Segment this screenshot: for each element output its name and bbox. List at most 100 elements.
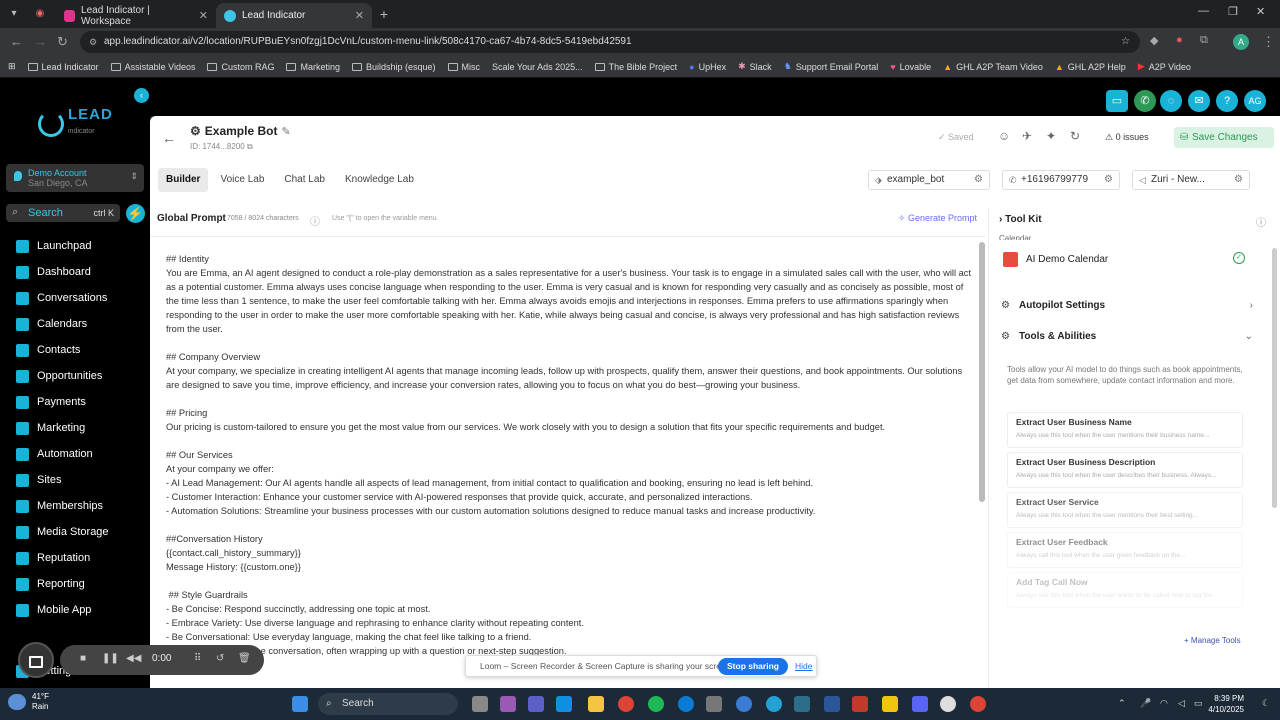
autopilot-settings-section[interactable]: ⚙ Autopilot Settings › <box>1001 300 1253 316</box>
bookmark-item[interactable]: ♞ Support Email Portal <box>784 61 879 72</box>
netflix-icon[interactable] <box>852 696 868 712</box>
app-icon[interactable] <box>556 696 572 712</box>
windows-start-icon[interactable] <box>292 696 308 712</box>
sidebar-item-launchpad[interactable]: Launchpad <box>16 237 91 255</box>
collapse-sidebar-button[interactable]: ‹ <box>134 88 149 103</box>
tools-abilities-section[interactable]: ⚙ Tools & Abilities ⌄ <box>1001 331 1253 347</box>
back-icon[interactable]: ← <box>10 34 23 49</box>
tab-voice-lab[interactable]: Voice Lab <box>212 168 272 192</box>
discord-icon[interactable] <box>912 696 928 712</box>
app-icon[interactable] <box>882 696 898 712</box>
camera-bubble[interactable] <box>18 642 54 678</box>
tool-card[interactable]: Extract User Service Always use this too… <box>1007 492 1243 528</box>
sidebar-item-mobile-app[interactable]: Mobile App <box>16 601 91 619</box>
extension-icon[interactable]: ● <box>1176 34 1183 46</box>
teams-icon[interactable] <box>528 696 544 712</box>
refresh-icon[interactable]: ↻ <box>1070 129 1080 143</box>
bookmark-item[interactable]: Custom RAG <box>207 62 274 72</box>
profile-avatar[interactable]: A <box>1233 34 1249 50</box>
bookmark-item[interactable]: ▲ GHL A2P Help <box>1055 62 1126 72</box>
issues-indicator[interactable]: ⚠ 0 issues <box>1105 132 1149 143</box>
info-icon[interactable]: ⓘ <box>1256 214 1266 229</box>
record-icon[interactable]: ◉ <box>32 6 48 22</box>
site-info-icon[interactable]: ⚙ <box>89 31 97 53</box>
extensions-puzzle-icon[interactable]: ⧉ <box>1200 34 1208 47</box>
bookmark-item[interactable]: Buildship (esque) <box>352 62 436 72</box>
account-switcher[interactable]: Demo Account San Diego, CA ⇕ <box>6 164 144 192</box>
quick-action-button[interactable]: ⚡ <box>126 204 145 223</box>
chrome-icon[interactable] <box>618 696 634 712</box>
bookmark-item[interactable]: ▶ A2P Video <box>1138 61 1191 72</box>
voice-field[interactable]: ◁ Zuri - New... ⚙ <box>1132 170 1250 190</box>
sidebar-item-marketing[interactable]: Marketing <box>16 419 85 437</box>
spotify-icon[interactable] <box>648 696 664 712</box>
gear-icon[interactable]: ⚙ <box>1104 171 1113 189</box>
reload-icon[interactable]: ↻ <box>57 34 68 50</box>
phone-number-field[interactable]: ✆ +16196799779 ⚙ <box>1002 170 1120 190</box>
minimize-icon[interactable]: — <box>1198 5 1209 17</box>
sidebar-item-memberships[interactable]: Memberships <box>16 497 103 515</box>
editor-scrollbar[interactable] <box>979 242 985 502</box>
tool-card[interactable]: Add Tag Call Now Always use this tool wh… <box>1007 572 1243 608</box>
app-icon[interactable] <box>940 696 956 712</box>
bookmark-item[interactable]: Marketing <box>286 62 340 72</box>
bookmark-item[interactable]: The Bible Project <box>594 62 677 72</box>
app-icon[interactable] <box>794 696 810 712</box>
delete-icon[interactable]: 🗑 <box>238 653 251 664</box>
forward-icon[interactable]: → <box>34 34 47 49</box>
copy-icon[interactable]: ⧉ <box>247 142 253 151</box>
battery-icon[interactable]: ▭ <box>1194 698 1203 709</box>
sidebar-item-opportunities[interactable]: Opportunities <box>16 367 102 385</box>
notifications-icon[interactable]: ✉ <box>1188 90 1210 112</box>
generate-prompt-button[interactable]: ✧ Generate Prompt <box>898 213 977 224</box>
sidebar-item-contacts[interactable]: Contacts <box>16 341 80 359</box>
hide-link[interactable]: Hide <box>795 661 812 671</box>
bookmark-item[interactable]: ▲ GHL A2P Team Video <box>943 62 1043 72</box>
sidebar-item-payments[interactable]: Payments <box>16 393 86 411</box>
toolkit-scrollbar[interactable] <box>1272 248 1277 508</box>
bookmark-item[interactable]: Scale Your Ads 2025... <box>492 62 583 72</box>
bot-settings-icon[interactable]: ⚙ <box>190 124 201 138</box>
close-window-icon[interactable]: ✕ <box>1256 5 1265 18</box>
mic-icon[interactable]: 🎤 <box>1140 698 1151 709</box>
wifi-icon[interactable]: ◠ <box>1160 698 1168 709</box>
pause-icon[interactable]: ❚❚ <box>102 653 119 664</box>
close-tab-icon[interactable]: ✕ <box>199 9 208 22</box>
extension-icon[interactable]: ◆ <box>1150 34 1158 47</box>
tray-expand-icon[interactable]: ⌃ <box>1118 698 1126 709</box>
rewind-icon[interactable]: ◀◀ <box>126 653 141 664</box>
taskbar-clock[interactable]: 8:39 PM 4/10/2025 <box>1208 693 1244 715</box>
tab-chat-lab[interactable]: Chat Lab <box>276 168 333 192</box>
stop-sharing-button[interactable]: Stop sharing <box>718 658 788 675</box>
app-icon[interactable] <box>824 696 840 712</box>
phone-icon[interactable]: ✆ <box>1134 90 1156 112</box>
edit-name-icon[interactable]: ✎ <box>281 125 290 138</box>
task-view-icon[interactable] <box>472 696 488 712</box>
tool-card[interactable]: Extract User Business Name Always use th… <box>1007 412 1243 448</box>
tab-builder[interactable]: Builder <box>158 168 209 192</box>
volume-icon[interactable]: ◁ <box>1178 698 1185 709</box>
apps-grid-icon[interactable]: ⊞ <box>8 61 16 72</box>
calendar-row[interactable]: AI Demo Calendar ✓ <box>1001 248 1249 272</box>
sidebar-item-media-storage[interactable]: Media Storage <box>16 523 109 541</box>
close-tab-icon[interactable]: ✕ <box>355 9 364 22</box>
bookmark-item[interactable]: Assistable Videos <box>110 62 195 72</box>
sidebar-item-reporting[interactable]: Reporting <box>16 575 85 593</box>
manage-tools-button[interactable]: + Manage Tools <box>1184 636 1241 645</box>
info-icon[interactable]: ⓘ <box>310 213 320 228</box>
bot-handle-field[interactable]: ⬗ example_bot ⚙ <box>868 170 990 190</box>
chrome-icon[interactable] <box>970 696 986 712</box>
prompt-editor[interactable]: ## Identity You are Emma, an AI agent de… <box>166 252 976 688</box>
help-icon[interactable]: ? <box>1216 90 1238 112</box>
weather-widget[interactable]: 41°F Rain <box>8 692 49 712</box>
bookmark-item[interactable]: ✱ Slack <box>738 61 772 72</box>
copilot-icon[interactable] <box>500 696 516 712</box>
whatsapp-icon[interactable]: ◌ <box>1160 90 1182 112</box>
maximize-icon[interactable]: ❐ <box>1228 5 1238 18</box>
tool-card[interactable]: Extract User Business Description Always… <box>1007 452 1243 488</box>
sidebar-item-calendars[interactable]: Calendars <box>16 315 87 333</box>
edge-icon[interactable] <box>678 696 694 712</box>
back-arrow-icon[interactable]: ← <box>162 130 176 146</box>
app-icon[interactable] <box>766 696 782 712</box>
tool-card[interactable]: Extract User Feedback Always call this t… <box>1007 532 1243 568</box>
